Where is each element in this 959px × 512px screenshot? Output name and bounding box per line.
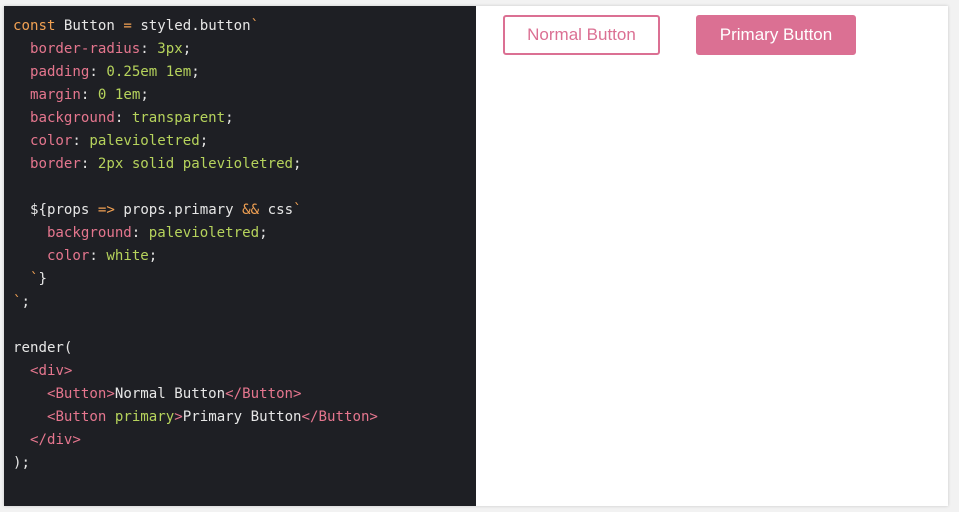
- code-line: <div>: [13, 360, 476, 383]
- code-line: color: white;: [13, 245, 476, 268]
- code-token-value: transparent: [131, 110, 226, 126]
- code-token-property: color: [13, 248, 90, 264]
- code-token-property: margin: [13, 87, 81, 103]
- code-token-property: color: [13, 133, 73, 149]
- code-token-text: ${: [13, 202, 47, 218]
- primary-button[interactable]: Primary Button: [696, 15, 856, 55]
- code-line: color: palevioletred;: [13, 130, 476, 153]
- code-token-keyword: `: [13, 294, 22, 310]
- code-line: const Button = styled.button`: [13, 15, 476, 38]
- code-token-text: :: [80, 156, 98, 172]
- code-token-tag: </Button>: [225, 386, 302, 402]
- code-token-keyword: =: [123, 18, 141, 34]
- code-token-text: );: [13, 455, 30, 471]
- code-token-text: ;: [182, 41, 192, 57]
- code-line: background: transparent;: [13, 107, 476, 130]
- code-token-value: palevioletred: [89, 133, 200, 149]
- code-token-text: ;: [225, 110, 234, 126]
- code-line: <Button primary>Primary Button</Button>: [13, 406, 476, 429]
- code-token-value: 0.25em 1em: [106, 64, 192, 80]
- code-token-tag: </div>: [29, 432, 81, 448]
- code-token-keyword: `: [250, 18, 260, 34]
- preview-pane: Normal Button Primary Button: [476, 6, 948, 506]
- code-token-text: Normal Button: [114, 386, 226, 402]
- code-line: margin: 0 1em;: [13, 84, 476, 107]
- code-token-text: props.primary: [123, 202, 243, 218]
- code-token-value: primary: [114, 409, 175, 425]
- code-token-text: Button: [63, 18, 124, 34]
- code-token-text: :: [72, 133, 90, 149]
- code-line: border-radius: 3px;: [13, 38, 476, 61]
- code-token-text: ;: [191, 64, 200, 80]
- code-token-keyword: &&: [242, 202, 268, 218]
- code-token-text: render(: [13, 340, 73, 356]
- code-token-property: border: [13, 156, 81, 172]
- code-line: border: 2px solid palevioletred;: [13, 153, 476, 176]
- code-token-text: :: [89, 64, 107, 80]
- code-line: `;: [13, 291, 476, 314]
- code-editor[interactable]: const Button = styled.button` border-rad…: [4, 6, 476, 506]
- code-token-keyword: `: [13, 271, 39, 287]
- code-token-keyword: `: [293, 202, 302, 218]
- code-line: <Button>Normal Button</Button>: [13, 383, 476, 406]
- code-token-text: :: [89, 248, 107, 264]
- code-token-text: ;: [21, 294, 31, 310]
- code-line: `}: [13, 268, 476, 291]
- code-token-property: border-radius: [13, 41, 141, 57]
- code-token-tag: <Button: [46, 409, 115, 425]
- code-token-tag: </Button>: [301, 409, 378, 425]
- code-token-value: palevioletred: [148, 225, 260, 241]
- code-line: );: [13, 452, 476, 475]
- code-token-text: styled.button: [140, 18, 251, 34]
- code-token-tag: <Button>: [46, 386, 115, 402]
- code-token-value: 3px: [157, 41, 183, 57]
- code-token-text: ;: [259, 225, 268, 241]
- code-line: ${props => props.primary && css`: [13, 199, 476, 222]
- code-content[interactable]: const Button = styled.button` border-rad…: [13, 15, 476, 475]
- code-token-keyword: const: [13, 18, 64, 34]
- code-token-property: padding: [13, 64, 90, 80]
- code-line: render(: [13, 337, 476, 360]
- code-line: </div>: [13, 429, 476, 452]
- code-token-tag: <div>: [29, 363, 73, 379]
- code-token-value: 0 1em: [97, 87, 141, 103]
- code-token-text: :: [140, 41, 158, 57]
- code-token-text: ;: [199, 133, 209, 149]
- code-line: padding: 0.25em 1em;: [13, 61, 476, 84]
- code-token-value: 2px solid palevioletred: [97, 156, 294, 172]
- code-token-text: props: [46, 202, 98, 218]
- live-editor: const Button = styled.button` border-rad…: [4, 6, 948, 506]
- code-token-keyword: =>: [97, 202, 124, 218]
- code-token-text: }: [38, 271, 47, 287]
- code-token-text: css: [267, 202, 294, 218]
- normal-button[interactable]: Normal Button: [503, 15, 660, 55]
- code-token-text: Primary Button: [182, 409, 302, 425]
- code-token-property: background: [13, 225, 132, 241]
- code-token-text: ;: [148, 248, 158, 264]
- code-token-text: ;: [293, 156, 302, 172]
- code-token-text: :: [114, 110, 132, 126]
- code-token-tag: >: [174, 409, 183, 425]
- code-token-property: background: [13, 110, 115, 126]
- code-token-text: :: [131, 225, 149, 241]
- code-line: background: palevioletred;: [13, 222, 476, 245]
- code-token-text: :: [80, 87, 98, 103]
- code-token-text: ;: [140, 87, 149, 103]
- code-token-value: white: [106, 248, 149, 264]
